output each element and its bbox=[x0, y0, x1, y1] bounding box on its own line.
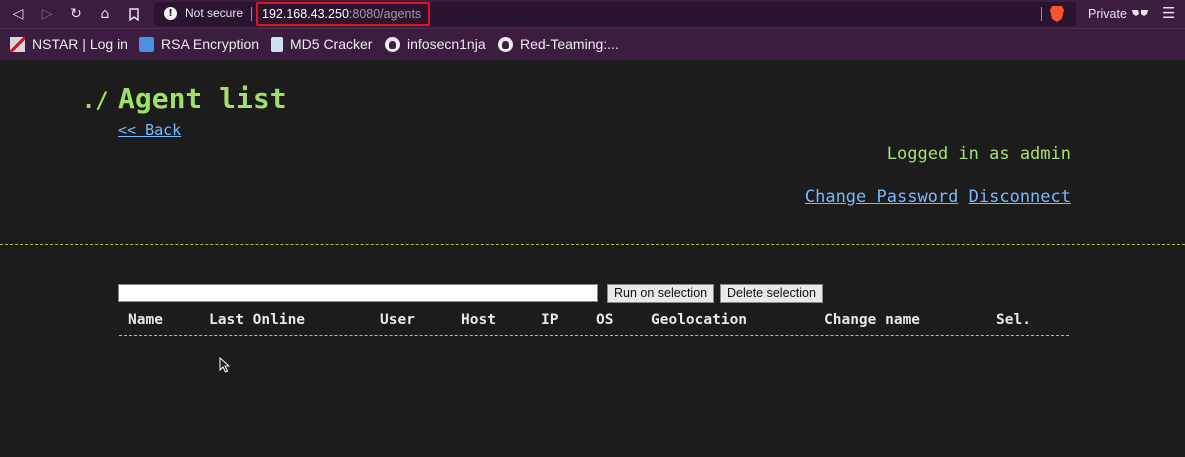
column-header: Change name bbox=[824, 312, 921, 328]
bookmark-rsa[interactable]: RSA Encryption bbox=[139, 35, 259, 53]
divider bbox=[1041, 7, 1042, 21]
bookmark-infosecn1nja[interactable]: infosecn1nja bbox=[385, 35, 486, 53]
private-glasses-icon bbox=[1131, 7, 1149, 21]
url-host: 192.168.43.250 bbox=[262, 7, 349, 21]
column-header: User bbox=[380, 312, 415, 328]
back-arrow-icon[interactable]: ◁ bbox=[8, 4, 28, 24]
account-links: Change Password Disconnect bbox=[805, 187, 1071, 207]
url-path: :8080/agents bbox=[348, 7, 422, 21]
address-bar[interactable]: ! Not secure 192.168.43.250:8080/agents bbox=[154, 2, 1076, 26]
column-header: Name bbox=[128, 312, 163, 328]
bookmark-label: RSA Encryption bbox=[161, 36, 260, 52]
github-icon bbox=[498, 36, 513, 52]
column-header: OS bbox=[596, 312, 614, 328]
hamburger-menu-icon[interactable]: ☰ bbox=[1162, 4, 1175, 22]
bookmark-label: Red-Teaming:... bbox=[520, 36, 619, 52]
page-title: Agent list bbox=[118, 82, 287, 115]
page-content: ./ Agent list << Back Logged in as admin… bbox=[0, 60, 1185, 457]
forward-arrow-icon[interactable]: ▷ bbox=[37, 4, 57, 24]
info-icon[interactable]: ! bbox=[164, 7, 177, 20]
divider bbox=[251, 7, 252, 21]
nstar-icon bbox=[10, 36, 25, 52]
bookmark-nstar[interactable]: NSTAR | Log in bbox=[10, 35, 128, 53]
column-header: Sel. bbox=[996, 312, 1031, 328]
bookmark-label: infosecn1nja bbox=[407, 36, 486, 52]
bookmark-label: MD5 Cracker bbox=[290, 36, 373, 52]
command-input[interactable] bbox=[118, 284, 598, 302]
title-prefix: ./ bbox=[82, 89, 109, 114]
bookmark-label: NSTAR | Log in bbox=[32, 36, 128, 52]
security-status[interactable]: Not secure bbox=[185, 6, 243, 20]
rsa-icon bbox=[139, 36, 154, 52]
change-password-link[interactable]: Change Password bbox=[805, 187, 959, 207]
column-header: Last Online bbox=[209, 312, 306, 328]
bookmark-icon[interactable] bbox=[124, 4, 144, 24]
column-header: IP bbox=[541, 312, 559, 328]
home-icon[interactable]: ⌂ bbox=[95, 4, 115, 24]
back-link[interactable]: << Back bbox=[118, 121, 181, 139]
url-field[interactable]: 192.168.43.250:8080/agents bbox=[256, 2, 430, 26]
mouse-pointer-icon bbox=[219, 357, 230, 373]
bookmark-md5[interactable]: MD5 Cracker bbox=[271, 35, 372, 53]
reload-icon[interactable]: ↻ bbox=[66, 4, 86, 24]
private-label: Private bbox=[1088, 7, 1127, 21]
column-header: Geolocation bbox=[651, 312, 748, 328]
brave-shield-icon[interactable] bbox=[1050, 6, 1064, 22]
disconnect-link[interactable]: Disconnect bbox=[969, 187, 1071, 207]
github-icon bbox=[385, 36, 400, 52]
delete-selection-button[interactable]: Delete selection bbox=[720, 284, 823, 303]
run-on-selection-button[interactable]: Run on selection bbox=[607, 284, 715, 303]
table-header-divider bbox=[119, 335, 1069, 336]
divider bbox=[0, 244, 1185, 245]
bookmarks-bar: NSTAR | Log in RSA Encryption MD5 Cracke… bbox=[0, 28, 1185, 60]
logged-in-status: Logged in as admin bbox=[886, 144, 1071, 164]
column-header: Host bbox=[461, 312, 496, 328]
document-icon bbox=[271, 36, 283, 52]
bookmark-red-teaming[interactable]: Red-Teaming:... bbox=[498, 35, 619, 53]
browser-toolbar: ◁ ▷ ↻ ⌂ ! Not secure 192.168.43.250:8080… bbox=[0, 0, 1185, 28]
